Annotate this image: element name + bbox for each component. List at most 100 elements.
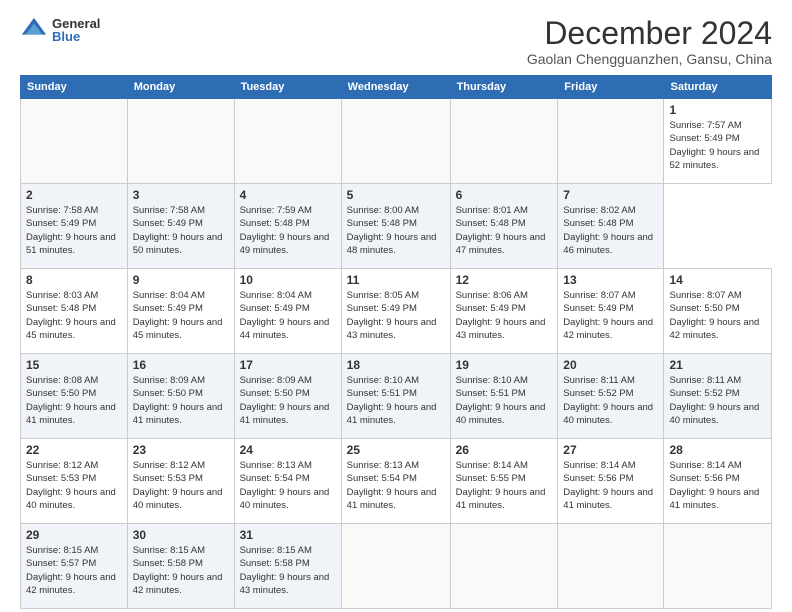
day-number: 20 — [563, 358, 658, 372]
day-info: Sunrise: 8:06 AMSunset: 5:49 PMDaylight:… — [456, 290, 546, 341]
day-cell: 30 Sunrise: 8:15 AMSunset: 5:58 PMDayligh… — [127, 524, 234, 609]
day-info: Sunrise: 8:15 AMSunset: 5:57 PMDaylight:… — [26, 545, 116, 596]
day-cell: 25 Sunrise: 8:13 AMSunset: 5:54 PMDayligh… — [341, 439, 450, 524]
col-friday: Friday — [558, 76, 664, 99]
day-cell: 14 Sunrise: 8:07 AMSunset: 5:50 PMDayligh… — [664, 269, 772, 354]
day-number: 30 — [133, 528, 229, 542]
day-number: 21 — [669, 358, 766, 372]
day-cell: 13 Sunrise: 8:07 AMSunset: 5:49 PMDayligh… — [558, 269, 664, 354]
day-info: Sunrise: 7:58 AMSunset: 5:49 PMDaylight:… — [133, 205, 223, 256]
day-cell: 24Sunrise: 8:13 AMSunset: 5:54 PMDayligh… — [234, 439, 341, 524]
day-number: 5 — [347, 188, 445, 202]
calendar-week-1: 2 Sunrise: 7:58 AMSunset: 5:49 PMDaylight… — [21, 184, 772, 269]
day-info: Sunrise: 8:14 AMSunset: 5:55 PMDaylight:… — [456, 460, 546, 511]
header-row: Sunday Monday Tuesday Wednesday Thursday… — [21, 76, 772, 99]
day-cell: 8Sunrise: 8:03 AMSunset: 5:48 PMDaylight… — [21, 269, 128, 354]
day-info: Sunrise: 7:57 AMSunset: 5:49 PMDaylight:… — [669, 120, 759, 171]
day-number: 31 — [240, 528, 336, 542]
day-cell: 1 Sunrise: 7:57 AMSunset: 5:49 PMDaylight… — [664, 99, 772, 184]
day-info: Sunrise: 8:15 AMSunset: 5:58 PMDaylight:… — [240, 545, 330, 596]
day-cell: 21 Sunrise: 8:11 AMSunset: 5:52 PMDayligh… — [664, 354, 772, 439]
day-info: Sunrise: 7:58 AMSunset: 5:49 PMDaylight:… — [26, 205, 116, 256]
day-cell — [664, 524, 772, 609]
day-cell: 28 Sunrise: 8:14 AMSunset: 5:56 PMDayligh… — [664, 439, 772, 524]
day-number: 10 — [240, 273, 336, 287]
day-number: 2 — [26, 188, 122, 202]
empty-cell — [127, 99, 234, 184]
day-info: Sunrise: 8:13 AMSunset: 5:54 PMDaylight:… — [347, 460, 437, 511]
calendar-week-5: 29 Sunrise: 8:15 AMSunset: 5:57 PMDayligh… — [21, 524, 772, 609]
day-cell: 2 Sunrise: 7:58 AMSunset: 5:49 PMDaylight… — [21, 184, 128, 269]
day-cell: 10 Sunrise: 8:04 AMSunset: 5:49 PMDayligh… — [234, 269, 341, 354]
day-cell — [558, 524, 664, 609]
day-number: 18 — [347, 358, 445, 372]
day-info: Sunrise: 8:07 AMSunset: 5:49 PMDaylight:… — [563, 290, 653, 341]
day-number: 29 — [26, 528, 122, 542]
day-number: 1 — [669, 103, 766, 117]
day-cell: 11 Sunrise: 8:05 AMSunset: 5:49 PMDayligh… — [341, 269, 450, 354]
day-info: Sunrise: 8:09 AMSunset: 5:50 PMDaylight:… — [133, 375, 223, 426]
day-number: 9 — [133, 273, 229, 287]
day-info: Sunrise: 7:59 AMSunset: 5:48 PMDaylight:… — [240, 205, 330, 256]
day-cell: 18Sunrise: 8:10 AMSunset: 5:51 PMDayligh… — [341, 354, 450, 439]
day-info: Sunrise: 8:11 AMSunset: 5:52 PMDaylight:… — [563, 375, 653, 426]
day-info: Sunrise: 8:15 AMSunset: 5:58 PMDaylight:… — [133, 545, 223, 596]
day-number: 13 — [563, 273, 658, 287]
day-cell: 4Sunrise: 7:59 AMSunset: 5:48 PMDaylight… — [234, 184, 341, 269]
day-cell: 15 Sunrise: 8:08 AMSunset: 5:50 PMDayligh… — [21, 354, 128, 439]
col-tuesday: Tuesday — [234, 76, 341, 99]
day-info: Sunrise: 8:14 AMSunset: 5:56 PMDaylight:… — [669, 460, 759, 511]
day-number: 25 — [347, 443, 445, 457]
day-info: Sunrise: 8:03 AMSunset: 5:48 PMDaylight:… — [26, 290, 116, 341]
day-info: Sunrise: 8:04 AMSunset: 5:49 PMDaylight:… — [133, 290, 223, 341]
day-number: 7 — [563, 188, 658, 202]
day-number: 14 — [669, 273, 766, 287]
day-info: Sunrise: 8:09 AMSunset: 5:50 PMDaylight:… — [240, 375, 330, 426]
calendar-week-2: 8Sunrise: 8:03 AMSunset: 5:48 PMDaylight… — [21, 269, 772, 354]
day-info: Sunrise: 8:13 AMSunset: 5:54 PMDaylight:… — [240, 460, 330, 511]
day-info: Sunrise: 8:07 AMSunset: 5:50 PMDaylight:… — [669, 290, 759, 341]
day-info: Sunrise: 8:01 AMSunset: 5:48 PMDaylight:… — [456, 205, 546, 256]
location: Gaolan Chengguanzhen, Gansu, China — [527, 51, 772, 67]
day-number: 23 — [133, 443, 229, 457]
day-number: 17 — [240, 358, 336, 372]
day-number: 15 — [26, 358, 122, 372]
day-cell: 20 Sunrise: 8:11 AMSunset: 5:52 PMDayligh… — [558, 354, 664, 439]
empty-cell — [558, 99, 664, 184]
day-cell: 3 Sunrise: 7:58 AMSunset: 5:49 PMDaylight… — [127, 184, 234, 269]
day-number: 26 — [456, 443, 553, 457]
col-saturday: Saturday — [664, 76, 772, 99]
day-cell: 22Sunrise: 8:12 AMSunset: 5:53 PMDayligh… — [21, 439, 128, 524]
day-info: Sunrise: 8:12 AMSunset: 5:53 PMDaylight:… — [133, 460, 223, 511]
month-title: December 2024 — [527, 16, 772, 51]
calendar-week-0: 1 Sunrise: 7:57 AMSunset: 5:49 PMDaylight… — [21, 99, 772, 184]
day-number: 27 — [563, 443, 658, 457]
day-number: 11 — [347, 273, 445, 287]
day-number: 6 — [456, 188, 553, 202]
day-info: Sunrise: 8:11 AMSunset: 5:52 PMDaylight:… — [669, 375, 759, 426]
day-number: 12 — [456, 273, 553, 287]
day-number: 3 — [133, 188, 229, 202]
day-info: Sunrise: 8:02 AMSunset: 5:48 PMDaylight:… — [563, 205, 653, 256]
day-info: Sunrise: 8:08 AMSunset: 5:50 PMDaylight:… — [26, 375, 116, 426]
col-wednesday: Wednesday — [341, 76, 450, 99]
empty-cell — [21, 99, 128, 184]
col-sunday: Sunday — [21, 76, 128, 99]
day-info: Sunrise: 8:04 AMSunset: 5:49 PMDaylight:… — [240, 290, 330, 341]
day-cell: 9 Sunrise: 8:04 AMSunset: 5:49 PMDaylight… — [127, 269, 234, 354]
day-info: Sunrise: 8:10 AMSunset: 5:51 PMDaylight:… — [456, 375, 546, 426]
day-cell: 16Sunrise: 8:09 AMSunset: 5:50 PMDayligh… — [127, 354, 234, 439]
day-cell: 31 Sunrise: 8:15 AMSunset: 5:58 PMDayligh… — [234, 524, 341, 609]
header: General Blue December 2024 Gaolan Chengg… — [20, 16, 772, 67]
day-number: 22 — [26, 443, 122, 457]
calendar-week-3: 15 Sunrise: 8:08 AMSunset: 5:50 PMDayligh… — [21, 354, 772, 439]
day-cell: 17 Sunrise: 8:09 AMSunset: 5:50 PMDayligh… — [234, 354, 341, 439]
logo-icon — [20, 16, 48, 44]
day-info: Sunrise: 8:05 AMSunset: 5:49 PMDaylight:… — [347, 290, 437, 341]
day-number: 28 — [669, 443, 766, 457]
empty-cell — [341, 99, 450, 184]
logo: General Blue — [20, 16, 100, 44]
day-cell: 5Sunrise: 8:00 AMSunset: 5:48 PMDaylight… — [341, 184, 450, 269]
day-cell — [341, 524, 450, 609]
day-cell: 27Sunrise: 8:14 AMSunset: 5:56 PMDayligh… — [558, 439, 664, 524]
